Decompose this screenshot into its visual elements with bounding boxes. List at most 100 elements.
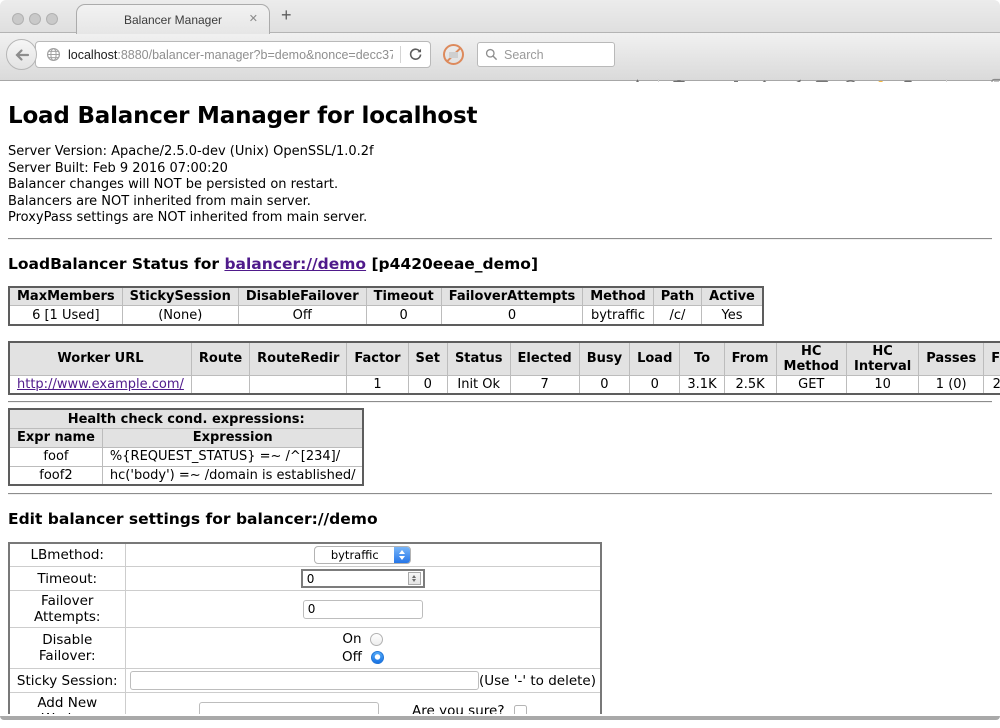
table-cell: 3.1K: [680, 375, 724, 394]
add-worker-row: Add New Worker: Are you sure?: [9, 693, 601, 714]
column-header: Route: [191, 342, 249, 376]
failover-attempts-label: Failover Attempts:: [9, 591, 125, 628]
lbmethod-field-cell: bytraffic: [125, 543, 601, 567]
table-header-row: Expr name Expression: [9, 428, 363, 447]
number-spinner-icon[interactable]: [408, 572, 421, 585]
edit-settings-heading: Edit balancer settings for balancer://de…: [8, 510, 992, 528]
table-cell: foof2: [9, 466, 102, 485]
table-cell: 2 (0): [984, 375, 1000, 394]
table-cell: (None): [122, 306, 238, 325]
page-content: Load Balancer Manager for localhost Serv…: [0, 82, 1000, 714]
health-table-title: Health check cond. expressions:: [9, 409, 363, 428]
column-header: Method: [583, 287, 653, 306]
content-blocked-icon[interactable]: [443, 44, 464, 65]
on-radio-label: On: [342, 631, 361, 647]
column-header: Path: [653, 287, 701, 306]
url-text[interactable]: localhost:8880/balancer-manager?b=demo&n…: [68, 48, 393, 62]
add-worker-input[interactable]: [199, 702, 379, 714]
table-header-row: Worker URLRouteRouteRedirFactorSetStatus…: [9, 342, 1000, 376]
lbmethod-selected-value: bytraffic: [315, 547, 394, 563]
table-cell: http://www.example.com/: [9, 375, 191, 394]
table-cell: GET: [776, 375, 846, 394]
reload-icon[interactable]: [408, 47, 423, 62]
url-bar[interactable]: localhost:8880/balancer-manager?b=demo&n…: [35, 41, 431, 68]
add-worker-label: Add New Worker:: [9, 693, 125, 714]
timeout-input[interactable]: 0: [301, 569, 425, 588]
worker-url-link[interactable]: http://www.example.com/: [17, 377, 184, 392]
select-stepper-icon: [394, 547, 410, 563]
window-bottom-edge: [0, 716, 1000, 720]
zoom-window-button[interactable]: [46, 13, 58, 25]
column-header: Factor: [347, 342, 408, 376]
globe-icon: [46, 47, 61, 62]
lbmethod-label: LBmethod:: [9, 543, 125, 567]
sticky-session-row: Sticky Session: (Use '-' to delete): [9, 669, 601, 693]
column-header: Active: [702, 287, 763, 306]
column-header: HC Method: [776, 342, 846, 376]
table-cell: bytraffic: [583, 306, 653, 325]
tab-balancer-manager[interactable]: Balancer Manager ✕: [76, 4, 270, 34]
column-header: MaxMembers: [9, 287, 122, 306]
disable-failover-row: Disable Failover: On Off: [9, 628, 601, 669]
table-cell: Yes: [702, 306, 763, 325]
column-header: Expression: [102, 428, 363, 447]
proxypass-note-line: ProxyPass settings are NOT inherited fro…: [8, 210, 992, 227]
back-button[interactable]: [6, 39, 37, 70]
table-row: http://www.example.com/10Init Ok7003.1K2…: [9, 375, 1000, 394]
table-cell: foof: [9, 447, 102, 466]
page-title: Load Balancer Manager for localhost: [8, 103, 992, 129]
table-cell: [191, 375, 249, 394]
failover-field-cell: [125, 591, 601, 628]
table-header-row: MaxMembersStickySessionDisableFailoverTi…: [9, 287, 763, 306]
table-row: foof2 hc('body') =~ /domain is establish…: [9, 466, 363, 485]
search-bar[interactable]: Search: [477, 42, 615, 67]
health-check-table: Health check cond. expressions: Expr nam…: [8, 408, 364, 486]
failover-attempts-input[interactable]: [303, 600, 423, 619]
search-input[interactable]: Search: [504, 48, 544, 62]
balancer-demo-link[interactable]: balancer://demo: [224, 255, 366, 273]
disable-failover-label: Disable Failover:: [9, 628, 125, 669]
on-radio[interactable]: [370, 633, 383, 646]
minimize-window-button[interactable]: [29, 13, 41, 25]
lb-status-prefix: LoadBalancer Status for: [8, 255, 224, 273]
section-divider: [8, 238, 992, 240]
failover-attempts-row: Failover Attempts:: [9, 591, 601, 628]
lbmethod-row: LBmethod: bytraffic: [9, 543, 601, 567]
column-header: Set: [408, 342, 447, 376]
table-cell: %{REQUEST_STATUS} =~ /^[234]/: [102, 447, 363, 466]
column-header: Passes: [919, 342, 984, 376]
column-header: Elected: [510, 342, 579, 376]
window-controls: [12, 13, 58, 25]
column-header: From: [724, 342, 776, 376]
timeout-label: Timeout:: [9, 567, 125, 591]
table-header-row: Health check cond. expressions:: [9, 409, 363, 428]
column-header: Load: [630, 342, 680, 376]
urlbar-divider: [400, 46, 401, 63]
close-window-button[interactable]: [12, 13, 24, 25]
table-row: 6 [1 Used](None)Off00bytraffic/c/Yes: [9, 306, 763, 325]
column-header: Busy: [579, 342, 629, 376]
persist-note-line: Balancer changes will NOT be persisted o…: [8, 177, 992, 194]
column-header: To: [680, 342, 724, 376]
tab-close-icon[interactable]: ✕: [249, 13, 258, 26]
column-header: Worker URL: [9, 342, 191, 376]
section-divider: [8, 493, 992, 495]
new-tab-button[interactable]: +: [281, 5, 292, 26]
sticky-session-input[interactable]: [130, 671, 479, 690]
table-cell: /c/: [653, 306, 701, 325]
table-cell: Init Ok: [447, 375, 510, 394]
are-you-sure-checkbox[interactable]: [514, 705, 527, 714]
search-icon: [485, 48, 498, 61]
server-info: Server Version: Apache/2.5.0-dev (Unix) …: [8, 144, 992, 227]
timeout-field-cell: 0: [125, 567, 601, 591]
table-cell: hc('body') =~ /domain is established/: [102, 466, 363, 485]
table-row: foof %{REQUEST_STATUS} =~ /^[234]/: [9, 447, 363, 466]
lbmethod-select[interactable]: bytraffic: [314, 546, 411, 564]
table-cell: 6 [1 Used]: [9, 306, 122, 325]
add-worker-field-cell: Are you sure?: [125, 693, 601, 714]
sticky-session-note: (Use '-' to delete): [479, 673, 596, 689]
disable-failover-field-cell: On Off: [125, 628, 601, 669]
lb-status-suffix: [p4420eeae_demo]: [366, 255, 538, 273]
table-cell: 0: [579, 375, 629, 394]
off-radio[interactable]: [371, 651, 384, 664]
